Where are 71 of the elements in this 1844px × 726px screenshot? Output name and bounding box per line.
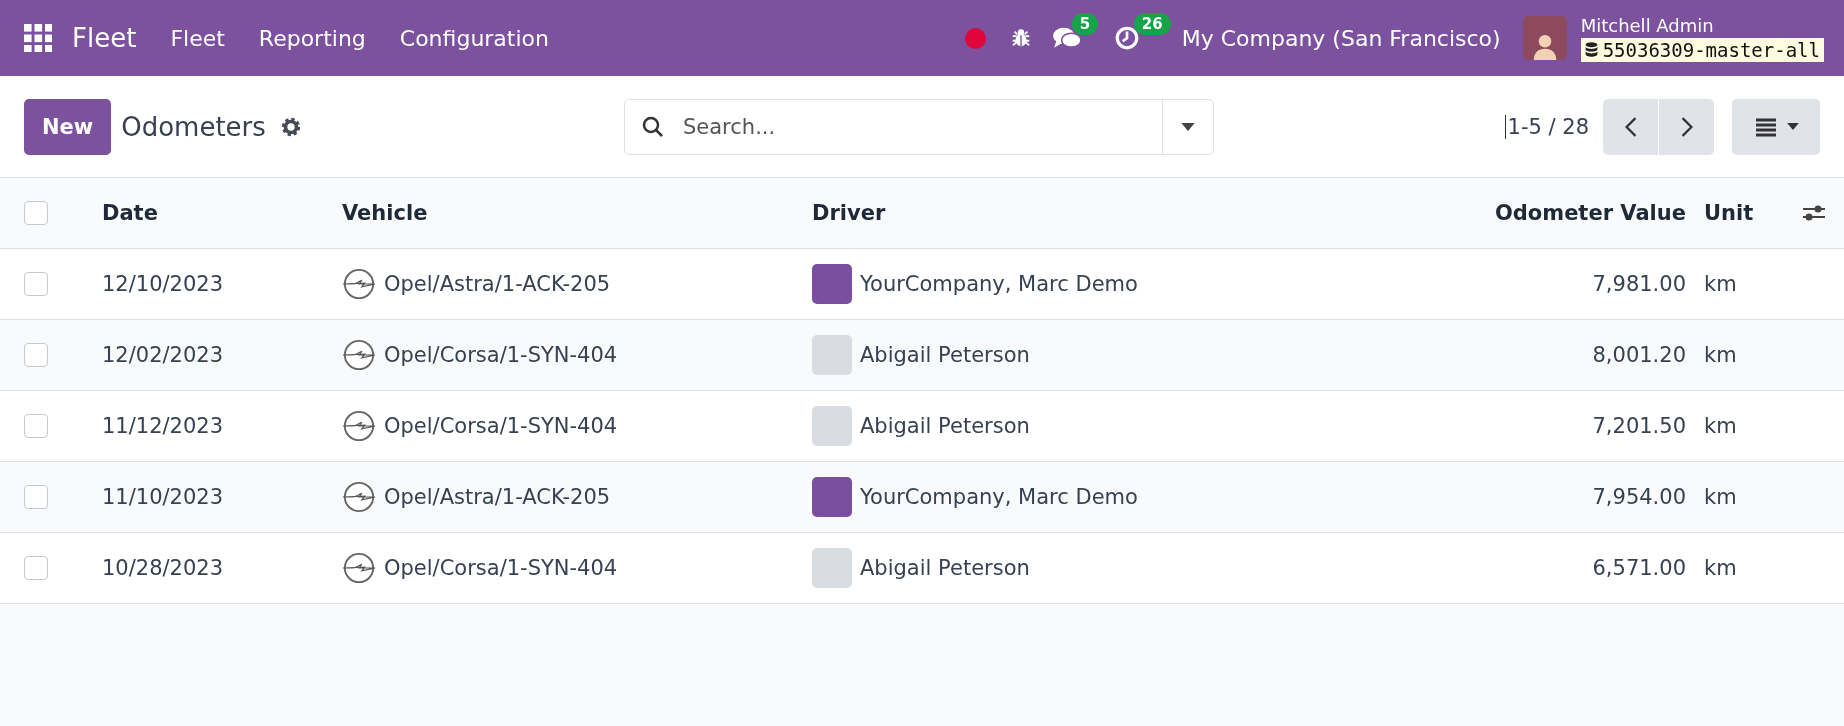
table-cell-text: km (1703, 556, 1738, 580)
table-cell-text: 7,201.50 (1591, 414, 1686, 438)
caret-icon[interactable] (1181, 122, 1195, 131)
chevron-left-icon (1624, 116, 1637, 137)
previous-button[interactable] (1603, 98, 1658, 155)
car-brand-logo-icon (342, 267, 376, 301)
app-name[interactable]: Fleet (72, 23, 137, 53)
table-cell-text: 12/02/2023 (102, 343, 225, 367)
table-cell: Opel/Astra/1-ACK-205 (384, 485, 611, 509)
new-button[interactable]: New (24, 98, 112, 155)
menu-item[interactable]: Configuration (399, 25, 549, 51)
table-cell-text: 7,954.00 (1591, 485, 1686, 509)
row-checkbox[interactable] (24, 556, 48, 580)
table-cell-text: km (1703, 485, 1738, 509)
caret-icon (1787, 123, 1799, 130)
table-cell: Opel/Corsa/1-SYN-404 (384, 414, 618, 438)
view-switcher-button[interactable] (1732, 98, 1820, 155)
table-cell-text: km (1703, 414, 1738, 438)
table-cell-text: 6,571.00 (1591, 556, 1686, 580)
table-cell: Abigail Peterson (860, 343, 1030, 367)
table-cell-text: 7,981.00 (1591, 272, 1686, 296)
settings-icon[interactable] (279, 115, 302, 138)
car-brand-logo-icon (342, 409, 376, 443)
car-brand-logo-icon (342, 551, 376, 585)
select-all-checkbox[interactable] (24, 201, 48, 225)
menu-item[interactable]: Reporting (258, 25, 366, 51)
user-avatar[interactable] (1522, 16, 1567, 60)
column-header[interactable]: Driver (812, 201, 1466, 225)
table-cell-text: km (1703, 272, 1738, 296)
menu-item[interactable]: Fleet (170, 25, 225, 51)
table-cell-text: 11/10/2023 (102, 485, 225, 509)
table-cell-text: 12/10/2023 (102, 272, 225, 296)
column-header[interactable]: Unit (1686, 201, 1784, 225)
search-field[interactable]: Search... (624, 98, 1214, 155)
car-brand-logo-icon (342, 480, 376, 514)
activity-count-badge: 26 (1133, 13, 1171, 35)
table-cell-text: 10/28/2023 (102, 556, 225, 580)
search-icon (641, 114, 665, 139)
next-button[interactable] (1659, 98, 1714, 155)
table-cell-text: km (1703, 343, 1738, 367)
row-checkbox[interactable] (24, 343, 48, 367)
table-cell-text: 11/12/2023 (102, 414, 225, 438)
database-icon (1584, 42, 1598, 57)
page-title: Odometers (121, 111, 266, 142)
table-cell: Abigail Peterson (860, 556, 1030, 580)
app-grid-icon[interactable] (24, 24, 52, 52)
company-switcher[interactable]: My Company (San Francisco) (1181, 25, 1501, 51)
column-header[interactable]: Odometer Value (1466, 201, 1686, 225)
table-cell: Opel/Corsa/1-SYN-404 (384, 556, 618, 580)
table-cell: YourCompany, Marc Demo (860, 485, 1138, 509)
chat-icon[interactable] (1051, 25, 1082, 51)
clock-icon[interactable] (1113, 25, 1140, 51)
table-cell: Opel/Astra/1-ACK-205 (384, 272, 611, 296)
bug-icon[interactable] (1009, 27, 1032, 49)
column-header[interactable]: Vehicle (342, 201, 812, 225)
table-cell-text: 8,001.20 (1591, 343, 1686, 367)
car-brand-logo-icon (342, 338, 376, 372)
column-settings-icon[interactable] (1802, 203, 1826, 223)
column-header[interactable]: Date (102, 201, 342, 225)
database-name: 55036309-master-all (1602, 38, 1820, 61)
pager-value[interactable]: 1-5 / 28 (1504, 114, 1589, 139)
record-dot-icon[interactable] (964, 27, 986, 49)
row-checkbox[interactable] (24, 272, 48, 296)
chevron-right-icon (1680, 116, 1693, 137)
row-checkbox[interactable] (24, 414, 48, 438)
row-checkbox[interactable] (24, 485, 48, 509)
user-name[interactable]: Mitchell Admin (1580, 14, 1824, 36)
table-cell: Opel/Corsa/1-SYN-404 (384, 343, 618, 367)
table-cell: Abigail Peterson (860, 414, 1030, 438)
table-cell: YourCompany, Marc Demo (860, 272, 1138, 296)
message-count-badge: 5 (1071, 13, 1099, 35)
